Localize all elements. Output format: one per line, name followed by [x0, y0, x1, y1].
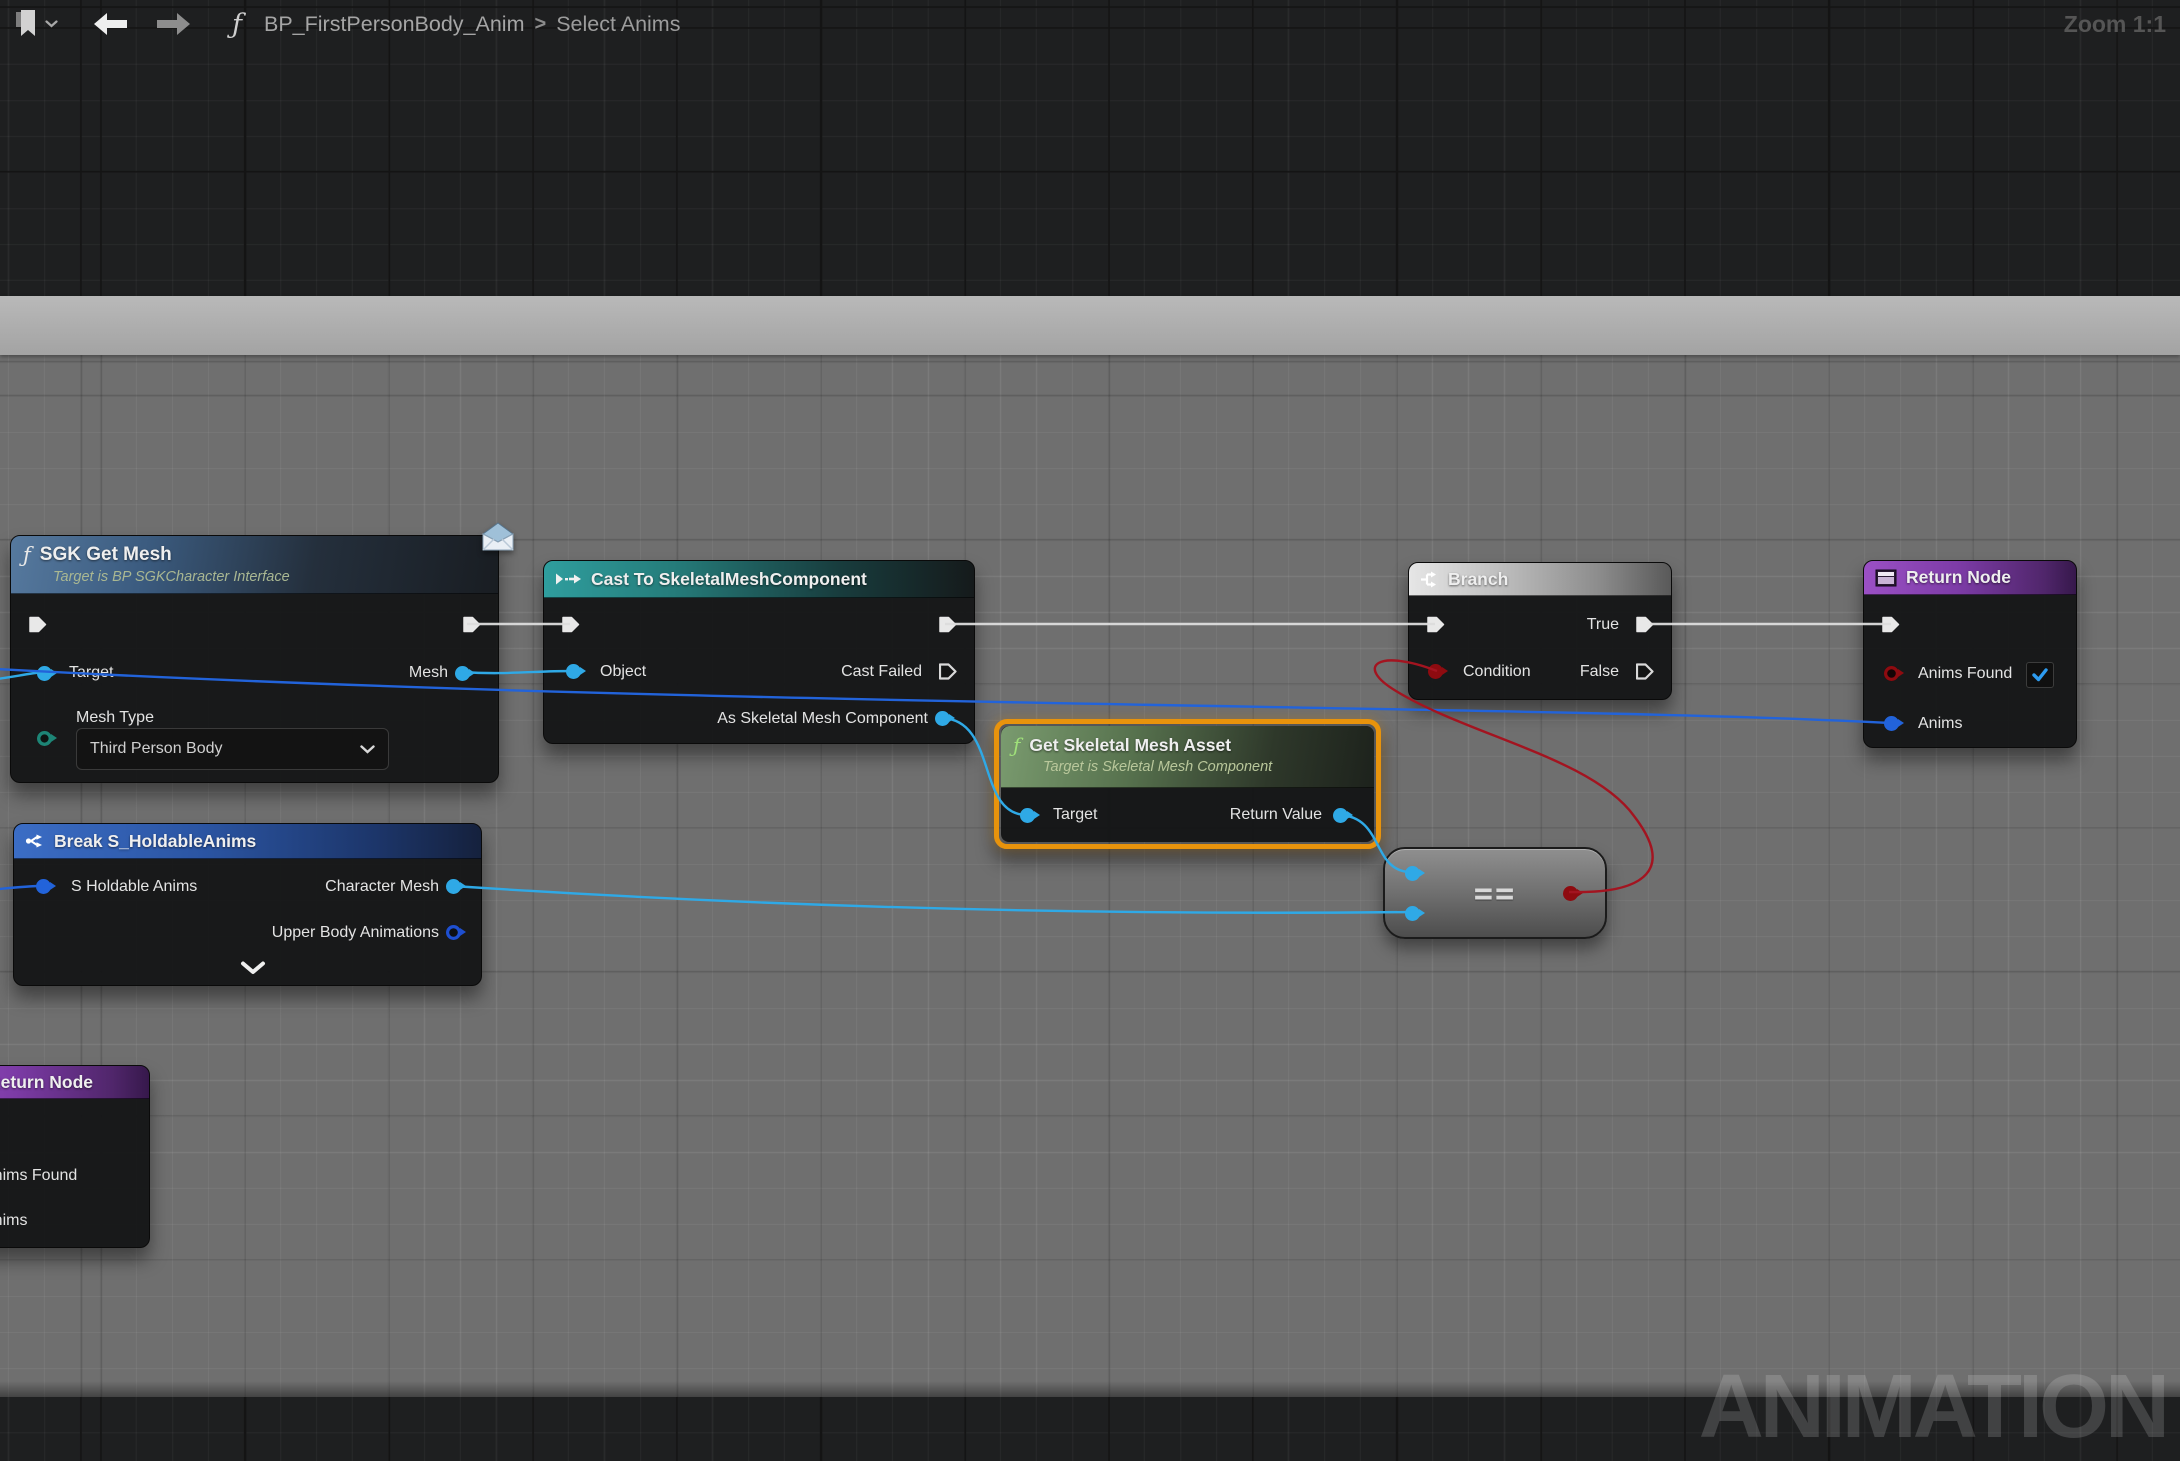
node-cast-to-skeletalmeshcomponent[interactable]: Cast To SkeletalMeshComponent Object Cas…: [543, 560, 975, 744]
pin-label-mesh-type: Mesh Type: [76, 709, 154, 727]
exec-false-pin[interactable]: [1636, 663, 1655, 680]
anims-found-checkbox[interactable]: [2026, 662, 2054, 688]
pin-equal-output[interactable]: [1563, 886, 1578, 901]
node-header[interactable]: Break S_HoldableAnims: [14, 824, 481, 859]
pin-label-s-holdable-anims: S Holdable Anims: [71, 878, 197, 896]
node-header[interactable]: Cast To SkeletalMeshComponent: [544, 561, 974, 598]
pin-label-mesh: Mesh: [409, 664, 448, 682]
chevron-down-icon: [360, 745, 375, 754]
pin-return-value[interactable]: [1333, 808, 1348, 823]
pin-label-object: Object: [600, 663, 646, 681]
function-icon: ƒ: [1013, 733, 1020, 757]
pin-label-cast-failed: Cast Failed: [841, 663, 922, 681]
pin-character-mesh[interactable]: [446, 879, 461, 894]
node-header[interactable]: Branch: [1409, 563, 1671, 596]
return-node-icon: [1875, 569, 1897, 587]
pin-label-target: Target: [69, 664, 113, 682]
breadcrumb-separator-icon: >: [535, 13, 547, 36]
equal-symbol: ==: [1474, 874, 1517, 912]
comment-title-bar[interactable]: [0, 296, 2180, 355]
node-header[interactable]: ƒ Get Skeletal Mesh Asset Target is Skel…: [1001, 726, 1374, 788]
graph-watermark: ANIMATION: [1699, 1356, 2166, 1459]
node-header[interactable]: Return Node: [0, 1066, 149, 1099]
pin-as-skeletal-mesh-component[interactable]: [935, 711, 950, 726]
pin-label-return-value: Return Value: [1230, 806, 1322, 824]
node-header[interactable]: ƒ SGK Get Mesh Target is BP SGKCharacter…: [11, 536, 498, 594]
node-sgk-get-mesh[interactable]: ƒ SGK Get Mesh Target is BP SGKCharacter…: [10, 535, 499, 783]
node-title: Cast To SkeletalMeshComponent: [591, 569, 867, 590]
node-header[interactable]: Return Node: [1864, 561, 2076, 595]
bookmark-icon[interactable]: [14, 9, 38, 39]
node-title: Break S_HoldableAnims: [54, 831, 256, 852]
pin-equal-input-a[interactable]: [1405, 866, 1420, 881]
pin-label-anims-found: Anims Found: [1918, 665, 2012, 683]
pin-target[interactable]: [37, 666, 52, 681]
pin-upper-body-animations[interactable]: [446, 925, 461, 940]
pin-object[interactable]: [566, 664, 581, 679]
interface-message-icon: [480, 521, 516, 552]
breadcrumb-current[interactable]: Select Anims: [556, 12, 680, 37]
pin-label-anims: Anims: [1918, 715, 1962, 733]
pin-label-upper-body-animations: Upper Body Animations: [272, 924, 439, 942]
node-subtitle: Target is Skeletal Mesh Component: [1043, 759, 1362, 775]
pin-target[interactable]: [1020, 808, 1035, 823]
node-return-partial[interactable]: Return Node Anims Found Anims: [0, 1065, 150, 1248]
pin-label-anims-found: Anims Found: [0, 1167, 77, 1185]
function-icon: ƒ: [23, 543, 31, 567]
exec-in-pin[interactable]: [1882, 616, 1901, 633]
exec-in-pin[interactable]: [1427, 616, 1446, 633]
branch-icon: [1420, 571, 1439, 588]
exec-in-pin[interactable]: [562, 616, 581, 633]
node-return[interactable]: Return Node Anims Found Anims: [1863, 560, 2077, 748]
mesh-type-value: Third Person Body: [90, 740, 223, 758]
node-equal-equal[interactable]: ==: [1383, 847, 1607, 939]
blueprint-graph-canvas[interactable]: ANIMATION ƒ SGK Get Mesh Target is BP SG…: [0, 0, 2180, 1461]
exec-in-pin[interactable]: [29, 616, 48, 633]
node-subtitle: Target is BP SGKCharacter Interface: [53, 569, 486, 585]
function-graph-icon: ƒ: [232, 9, 242, 40]
exec-out-pin[interactable]: [939, 616, 958, 633]
check-icon: [2031, 667, 2049, 683]
pin-anims[interactable]: [1884, 716, 1899, 731]
exec-cast-failed-pin[interactable]: [939, 663, 958, 680]
node-title: SGK Get Mesh: [40, 544, 172, 566]
zoom-indicator: Zoom 1:1: [2064, 11, 2166, 38]
back-arrow-icon[interactable]: [94, 13, 128, 35]
expand-chevron-icon[interactable]: [240, 961, 266, 975]
pin-mesh-type[interactable]: [37, 731, 52, 746]
node-branch[interactable]: Branch True Condition False: [1408, 562, 1672, 700]
pin-label-character-mesh: Character Mesh: [325, 878, 439, 896]
breadcrumb-root[interactable]: BP_FirstPersonBody_Anim: [264, 12, 525, 37]
pin-label-false: False: [1580, 663, 1619, 681]
node-title: Get Skeletal Mesh Asset: [1029, 735, 1231, 756]
pin-label-anims: Anims: [0, 1212, 27, 1230]
cast-icon: [555, 572, 582, 586]
break-struct-icon: [25, 833, 45, 849]
chevron-down-icon[interactable]: [45, 20, 58, 28]
node-title: Return Node: [1906, 567, 2011, 588]
pin-label-true: True: [1587, 616, 1619, 634]
node-title: Return Node: [0, 1072, 93, 1093]
node-break-s-holdableanims[interactable]: Break S_HoldableAnims S Holdable Anims C…: [13, 823, 482, 986]
pin-label-target: Target: [1053, 806, 1097, 824]
mesh-type-dropdown[interactable]: Third Person Body: [76, 728, 389, 770]
pin-anims-found[interactable]: [1884, 666, 1899, 681]
pin-condition[interactable]: [1428, 664, 1443, 679]
pin-label-as-skeletal-mesh-component: As Skeletal Mesh Component: [717, 710, 928, 728]
pin-s-holdable-anims[interactable]: [36, 879, 51, 894]
pin-mesh[interactable]: [455, 666, 470, 681]
exec-out-pin[interactable]: [463, 616, 482, 633]
graph-toolbar: ƒ BP_FirstPersonBody_Anim > Select Anims…: [0, 0, 2180, 48]
pin-equal-input-b[interactable]: [1405, 906, 1420, 921]
node-title: Branch: [1448, 569, 1508, 590]
pin-label-condition: Condition: [1463, 663, 1531, 681]
exec-true-pin[interactable]: [1636, 616, 1655, 633]
forward-arrow-icon[interactable]: [156, 13, 190, 35]
node-get-skeletal-mesh-asset[interactable]: ƒ Get Skeletal Mesh Asset Target is Skel…: [994, 719, 1381, 849]
